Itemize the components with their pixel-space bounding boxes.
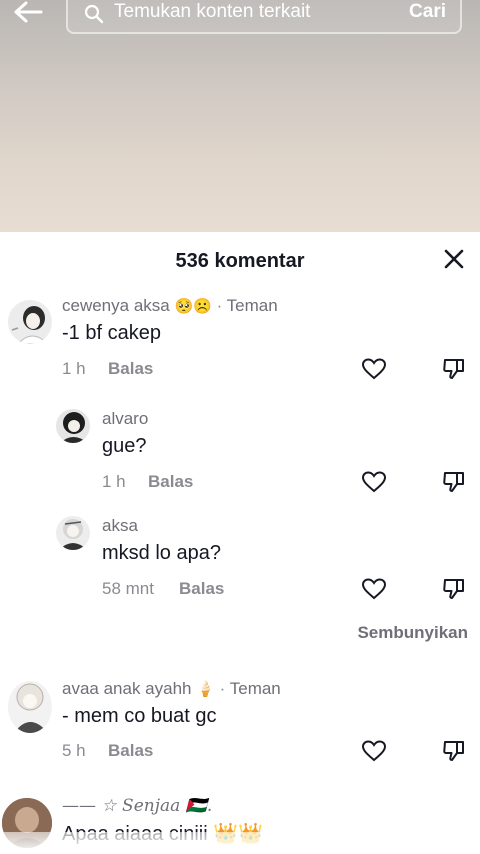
comment-item: avaa anak ayahh 🍦 · Teman - mem co buat … — [0, 675, 480, 771]
comment-username[interactable]: aksa — [102, 516, 138, 536]
heart-icon[interactable] — [361, 469, 387, 495]
thumbs-down-icon[interactable] — [441, 576, 467, 602]
hide-replies-button[interactable]: Sembunyikan — [357, 623, 468, 643]
comment-time: 1 h — [62, 359, 86, 378]
search-input[interactable]: Temukan konten terkait — [114, 1, 310, 23]
reply-button[interactable]: Balas — [108, 359, 153, 379]
username-emojis: 🍦 — [196, 681, 215, 698]
search-submit-button[interactable]: Cari — [409, 1, 446, 23]
comment-text: gue? — [102, 435, 147, 457]
username-emojis: 🥺☹️ — [174, 298, 212, 315]
friend-tag: Teman — [229, 679, 281, 698]
avatar[interactable] — [56, 516, 90, 550]
avatar[interactable] — [56, 409, 90, 443]
avatar[interactable] — [8, 681, 52, 733]
reply-button[interactable]: Balas — [179, 579, 224, 599]
comments-count-title: 536 komentar — [175, 250, 305, 272]
comment-text: - mem co buat gc — [62, 705, 217, 727]
heart-icon[interactable] — [361, 738, 387, 764]
reply-button[interactable]: Balas — [148, 472, 193, 492]
comment-username[interactable]: —— ☆ Senjaa 🇵🇸. — [62, 796, 212, 816]
comment-username[interactable]: alvaro — [102, 409, 148, 429]
reply-item: alvaro gue? 1 h Balas — [0, 405, 480, 501]
search-bar[interactable]: Temukan konten terkait Cari — [66, 0, 462, 34]
reply-button[interactable]: Balas — [108, 741, 153, 761]
username-text[interactable]: avaa anak ayahh — [62, 679, 192, 698]
comment-time: 1 h — [102, 472, 126, 491]
thumbs-down-icon[interactable] — [441, 469, 467, 495]
separator-dot: · — [216, 296, 227, 315]
comment-time: 58 mnt — [102, 579, 154, 598]
bottom-fade — [0, 832, 480, 854]
thumbs-down-icon[interactable] — [441, 356, 467, 382]
separator-dot: · — [219, 679, 230, 698]
back-button[interactable] — [10, 0, 46, 24]
comment-time: 5 h — [62, 741, 86, 760]
back-arrow-icon — [14, 1, 43, 23]
comment-username[interactable]: avaa anak ayahh 🍦 · Teman — [62, 679, 281, 699]
comment-item: cewenya aksa 🥺☹️ · Teman -1 bf cakep 1 h… — [0, 292, 480, 388]
close-icon[interactable] — [442, 247, 466, 271]
heart-icon[interactable] — [361, 356, 387, 382]
video-background — [0, 0, 480, 232]
search-icon — [84, 4, 104, 24]
reply-item: aksa mksd lo apa? 58 mnt Balas — [0, 512, 480, 608]
avatar[interactable] — [8, 300, 52, 344]
heart-icon[interactable] — [361, 576, 387, 602]
comment-text: mksd lo apa? — [102, 542, 221, 564]
comment-username[interactable]: cewenya aksa 🥺☹️ · Teman — [62, 296, 278, 316]
comment-text: -1 bf cakep — [62, 322, 161, 344]
username-text[interactable]: cewenya aksa — [62, 296, 170, 315]
thumbs-down-icon[interactable] — [441, 738, 467, 764]
friend-tag: Teman — [226, 296, 278, 315]
